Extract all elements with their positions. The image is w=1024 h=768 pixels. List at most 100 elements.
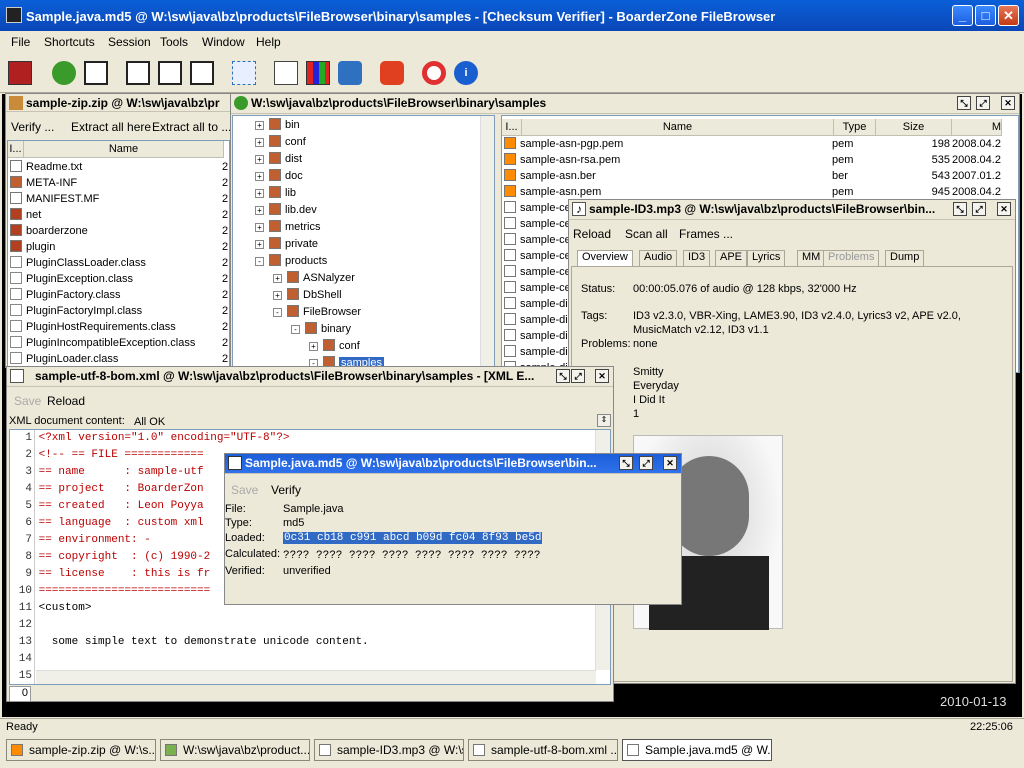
expander-icon[interactable]: - xyxy=(273,308,282,317)
col-modified-header[interactable]: M xyxy=(952,119,1002,136)
tree-node[interactable]: + dist xyxy=(255,151,302,167)
reload-button[interactable]: Reload xyxy=(47,394,85,408)
tab-lyrics[interactable]: Lyrics xyxy=(747,250,786,266)
help-lifebuoy-icon[interactable] xyxy=(422,61,446,85)
notes-icon[interactable] xyxy=(274,61,298,85)
package-icon[interactable] xyxy=(338,61,362,85)
power-icon[interactable] xyxy=(380,61,404,85)
iconify-button[interactable]: ⤡ xyxy=(619,456,633,470)
menu-tools[interactable]: Tools xyxy=(160,35,188,49)
file-row[interactable]: sample-ce xyxy=(504,216,571,232)
tree-node[interactable]: - binary xyxy=(291,321,351,337)
expander-icon[interactable]: + xyxy=(255,121,264,130)
file-row[interactable]: sample-asn-rsa.pem pem 535 2008.04.2 xyxy=(504,152,1004,168)
file-row[interactable]: sample-di xyxy=(504,312,568,328)
tree-node[interactable]: + doc xyxy=(255,168,303,184)
expander-icon[interactable]: + xyxy=(255,189,264,198)
zip-list-item[interactable]: net 2 xyxy=(10,207,229,223)
tree-node[interactable]: + conf xyxy=(309,338,360,354)
folder-tree[interactable]: + bin + conf + dist + doc + lib + lib.dev + metrics + p… xyxy=(232,115,495,373)
task-zip[interactable]: sample-zip.zip @ W:\s... xyxy=(6,739,156,761)
loaded-checksum[interactable]: 0c31 cb18 c991 abcd b09d fc04 8f93 be5d xyxy=(283,532,543,544)
col-name-header[interactable]: Name xyxy=(522,119,834,136)
tab-ape[interactable]: APE xyxy=(715,250,748,266)
tab-dump[interactable]: Dump xyxy=(885,250,925,266)
tree-node[interactable]: + lib xyxy=(255,185,296,201)
expander-icon[interactable]: + xyxy=(255,223,264,232)
zip-list-item[interactable]: plugin 2 xyxy=(10,239,229,255)
file-row[interactable]: sample-ce xyxy=(504,280,571,296)
maximize-frame-button[interactable]: ⤢ xyxy=(571,369,585,383)
zip-list-item[interactable]: PluginException.class 2 xyxy=(10,271,229,287)
col-name-header[interactable]: Name xyxy=(24,141,224,158)
tree-node[interactable]: + metrics xyxy=(255,219,320,235)
file-row[interactable]: sample-ce xyxy=(504,200,571,216)
task-xml[interactable]: sample-utf-8-bom.xml ... xyxy=(468,739,618,761)
tree-node[interactable]: + DbShell xyxy=(273,287,342,303)
iconify-button[interactable]: ⤡ xyxy=(957,96,971,110)
menu-shortcuts[interactable]: Shortcuts xyxy=(44,35,95,49)
save-button[interactable]: Save xyxy=(14,394,41,408)
menu-session[interactable]: Session xyxy=(108,35,151,49)
expander-icon[interactable]: + xyxy=(255,206,264,215)
frames-button[interactable]: Frames ... xyxy=(679,227,733,241)
save-button[interactable]: Save xyxy=(231,483,258,497)
main-titlebar[interactable]: Sample.java.md5 @ W:\sw\java\bz\products… xyxy=(0,0,1024,31)
zip-list-item[interactable]: PluginClassLoader.class 2 xyxy=(10,255,229,271)
file-row[interactable]: sample-asn.pem pem 945 2008.04.2 xyxy=(504,184,1004,200)
iconify-button[interactable]: ⤡ xyxy=(556,369,570,383)
maximize-frame-button[interactable]: ⤢ xyxy=(972,202,986,216)
line-number-field[interactable]: 0 xyxy=(9,686,31,702)
file-row[interactable]: sample-di xyxy=(504,344,568,360)
close-button[interactable]: ✕ xyxy=(998,5,1019,26)
maximize-frame-button[interactable]: ⤢ xyxy=(639,456,653,470)
tree-node[interactable]: + private xyxy=(255,236,318,252)
iconify-button[interactable]: ⤡ xyxy=(953,202,967,216)
zip-list-item[interactable]: PluginFactoryImpl.class 2 xyxy=(10,303,229,319)
tree-node[interactable]: - FileBrowser xyxy=(273,304,361,320)
tree-node[interactable]: + bin xyxy=(255,117,300,133)
task-md5[interactable]: Sample.java.md5 @ W... xyxy=(622,739,772,761)
expander-icon[interactable]: + xyxy=(255,155,264,164)
zip-list-item[interactable]: MANIFEST.MF 2 xyxy=(10,191,229,207)
tab-id3[interactable]: ID3 xyxy=(683,250,711,266)
id3-titlebar[interactable]: ♪ sample-ID3.mp3 @ W:\sw\java\bz\product… xyxy=(569,200,1015,220)
task-browser[interactable]: W:\sw\java\bz\product... xyxy=(160,739,310,761)
tree-node[interactable]: - products xyxy=(255,253,327,269)
zip-list-item[interactable]: PluginHostRequirements.class 2 xyxy=(10,319,229,335)
exit-icon[interactable] xyxy=(8,61,32,85)
zip-list-item[interactable]: PluginLoader.class 2 xyxy=(10,351,229,367)
expander-icon[interactable]: + xyxy=(273,274,282,283)
file-row[interactable]: sample-di xyxy=(504,296,568,312)
file-row[interactable]: sample-asn-pgp.pem pem 198 2008.04.2 xyxy=(504,136,1004,152)
zip-list-item[interactable]: PluginIncompatibleException.class 2 xyxy=(10,335,229,351)
file-row[interactable]: sample-di xyxy=(504,328,568,344)
expander-icon[interactable]: + xyxy=(255,172,264,181)
tab-overview[interactable]: Overview xyxy=(577,250,633,266)
col-icon-header[interactable]: I... xyxy=(8,141,24,158)
col-type-header[interactable]: Type xyxy=(834,119,876,136)
menu-help[interactable]: Help xyxy=(256,35,281,49)
expander-icon[interactable]: + xyxy=(255,240,264,249)
close-frame-button[interactable]: ✕ xyxy=(595,369,609,383)
info-icon[interactable]: i xyxy=(454,61,478,85)
file-row[interactable]: sample-ce xyxy=(504,248,571,264)
close-frame-button[interactable]: ✕ xyxy=(1001,96,1015,110)
zip-titlebar[interactable]: sample-zip.zip @ W:\sw\java\bz\pr xyxy=(6,94,230,112)
cascade-icon[interactable] xyxy=(126,61,150,85)
task-id3[interactable]: sample-ID3.mp3 @ W:\s... xyxy=(314,739,464,761)
menu-window[interactable]: Window xyxy=(202,35,245,49)
expander-icon[interactable]: - xyxy=(291,325,300,334)
tab-mm[interactable]: MM xyxy=(797,250,826,266)
menu-file[interactable]: File xyxy=(11,35,30,49)
xml-scrollbar-h[interactable] xyxy=(36,670,596,684)
close-frame-button[interactable]: ✕ xyxy=(997,202,1011,216)
tree-scrollbar[interactable] xyxy=(480,116,494,372)
reload-button[interactable]: Reload xyxy=(573,227,611,241)
expander-icon[interactable]: - xyxy=(255,257,264,266)
md5-titlebar[interactable]: Sample.java.md5 @ W:\sw\java\bz\products… xyxy=(225,454,681,474)
zip-list-item[interactable]: boarderzone 2 xyxy=(10,223,229,239)
extract-all-to-button[interactable]: Extract all to ... xyxy=(152,120,231,134)
verify-button[interactable]: Verify ... xyxy=(11,120,54,134)
maximize-button[interactable]: □ xyxy=(975,5,996,26)
